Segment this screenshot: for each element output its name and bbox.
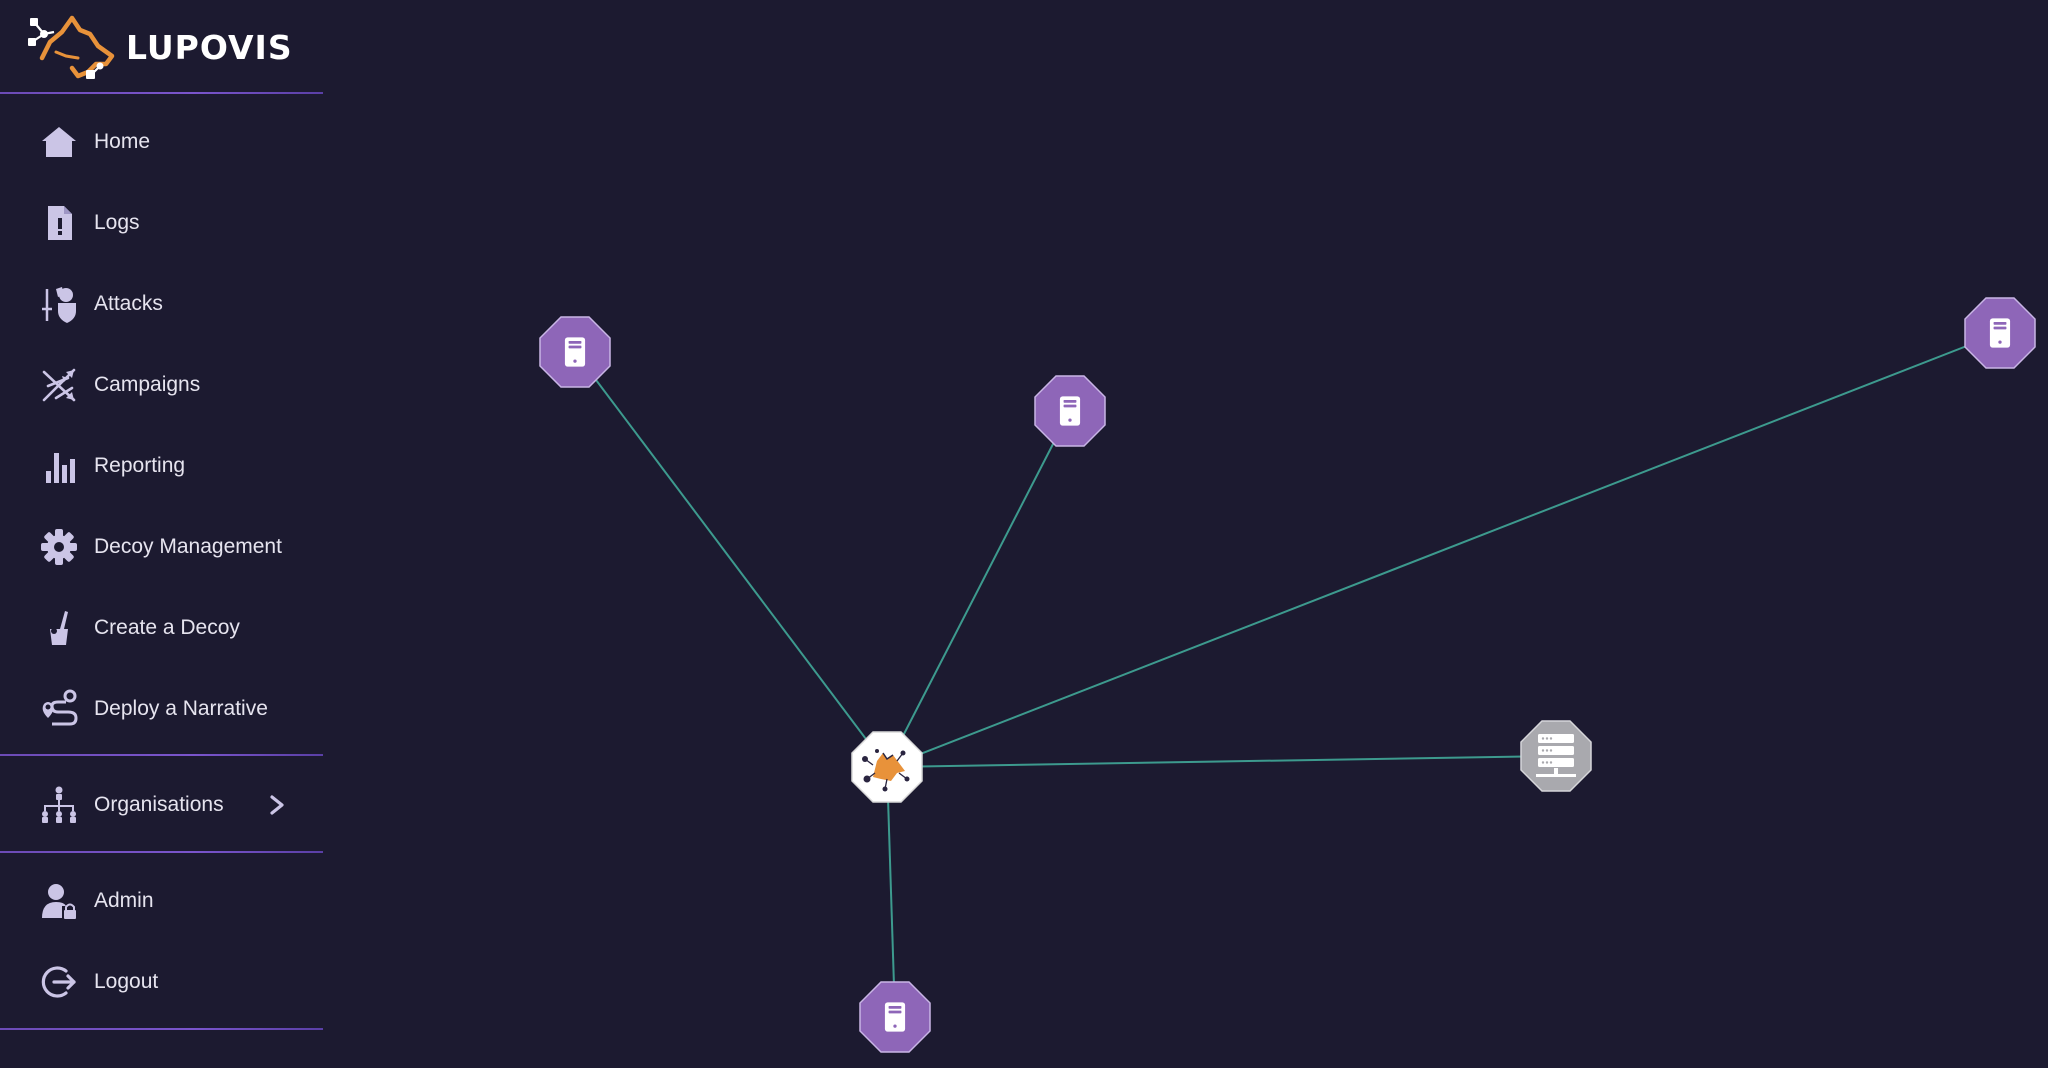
- sidebar-item-label: Home: [94, 130, 151, 153]
- sidebar-item-home[interactable]: Home: [0, 110, 323, 174]
- gear-icon: [38, 526, 80, 568]
- sidebar-item-label: Admin: [94, 889, 154, 912]
- sidebar-item-logs[interactable]: Logs: [0, 191, 323, 255]
- log-file-icon: [38, 202, 80, 244]
- divider-top: [0, 92, 323, 94]
- sidebar-item-label: Organisations: [94, 793, 224, 816]
- sidebar-item-label: Attacks: [94, 292, 163, 315]
- sidebar-item-admin[interactable]: Admin: [0, 869, 323, 933]
- decoy-node-3[interactable]: [1964, 297, 2036, 369]
- decoy-node-2[interactable]: [1034, 375, 1106, 447]
- admin-user-icon: [38, 880, 80, 922]
- server-tower-icon: [1989, 318, 2011, 348]
- sidebar-item-organisations[interactable]: Organisations: [0, 773, 323, 837]
- sidebar-item-label: Reporting: [94, 454, 186, 477]
- sidebar-item-logout[interactable]: Logout: [0, 950, 323, 1014]
- graph-edges: [574, 332, 2001, 1018]
- logout-icon: [38, 961, 80, 1003]
- edge-to-node-5: [886, 766, 896, 1018]
- decoy-node-5[interactable]: [859, 981, 931, 1053]
- sidebar-item-deploy-narrative[interactable]: Deploy a Narrative: [0, 677, 323, 741]
- edge-to-node-4: [886, 755, 1557, 768]
- divider-middle: [0, 754, 323, 756]
- edge-to-node-2: [886, 410, 1071, 768]
- brand-name: LUPOVIS: [126, 27, 293, 67]
- app-root: LUPOVIS Home Logs Attacks Campaigns Repo…: [0, 0, 2048, 1068]
- decoy-node-1[interactable]: [539, 316, 611, 388]
- server-tower-icon: [884, 1002, 906, 1032]
- sidebar: LUPOVIS Home Logs Attacks Campaigns Repo…: [0, 0, 323, 1068]
- sidebar-item-label: Decoy Management: [94, 535, 282, 558]
- central-hub-node[interactable]: [851, 731, 923, 803]
- server-tower-icon: [1059, 396, 1081, 426]
- home-icon: [38, 121, 80, 163]
- brand-logo[interactable]: LUPOVIS: [26, 8, 293, 86]
- node-octagon: [1520, 720, 1592, 792]
- sidebar-item-reporting[interactable]: Reporting: [0, 434, 323, 498]
- bar-chart-icon: [38, 445, 80, 487]
- divider-bottom: [0, 1028, 323, 1030]
- create-decoy-icon: [38, 607, 80, 649]
- sidebar-item-label: Logout: [94, 970, 159, 993]
- chevron-right-icon[interactable]: [266, 793, 288, 817]
- edge-to-node-1: [574, 351, 888, 768]
- sidebar-item-create-decoy[interactable]: Create a Decoy: [0, 596, 323, 660]
- sidebar-item-label: Deploy a Narrative: [94, 697, 268, 720]
- route-icon: [38, 688, 80, 730]
- sidebar-item-decoy-management[interactable]: Decoy Management: [0, 515, 323, 579]
- sidebar-item-label: Create a Decoy: [94, 616, 240, 639]
- sidebar-item-label: Campaigns: [94, 373, 201, 396]
- sidebar-item-campaigns[interactable]: Campaigns: [0, 353, 323, 417]
- sidebar-item-attacks[interactable]: Attacks: [0, 272, 323, 336]
- network-server-node[interactable]: [1520, 720, 1592, 792]
- campaigns-icon: [38, 364, 80, 406]
- lupovis-wolf-logo-icon: [28, 15, 115, 79]
- org-chart-icon: [38, 784, 80, 826]
- attacker-icon: [38, 283, 80, 325]
- server-tower-icon: [564, 337, 586, 367]
- divider-lower: [0, 851, 323, 853]
- sidebar-item-label: Logs: [94, 211, 140, 234]
